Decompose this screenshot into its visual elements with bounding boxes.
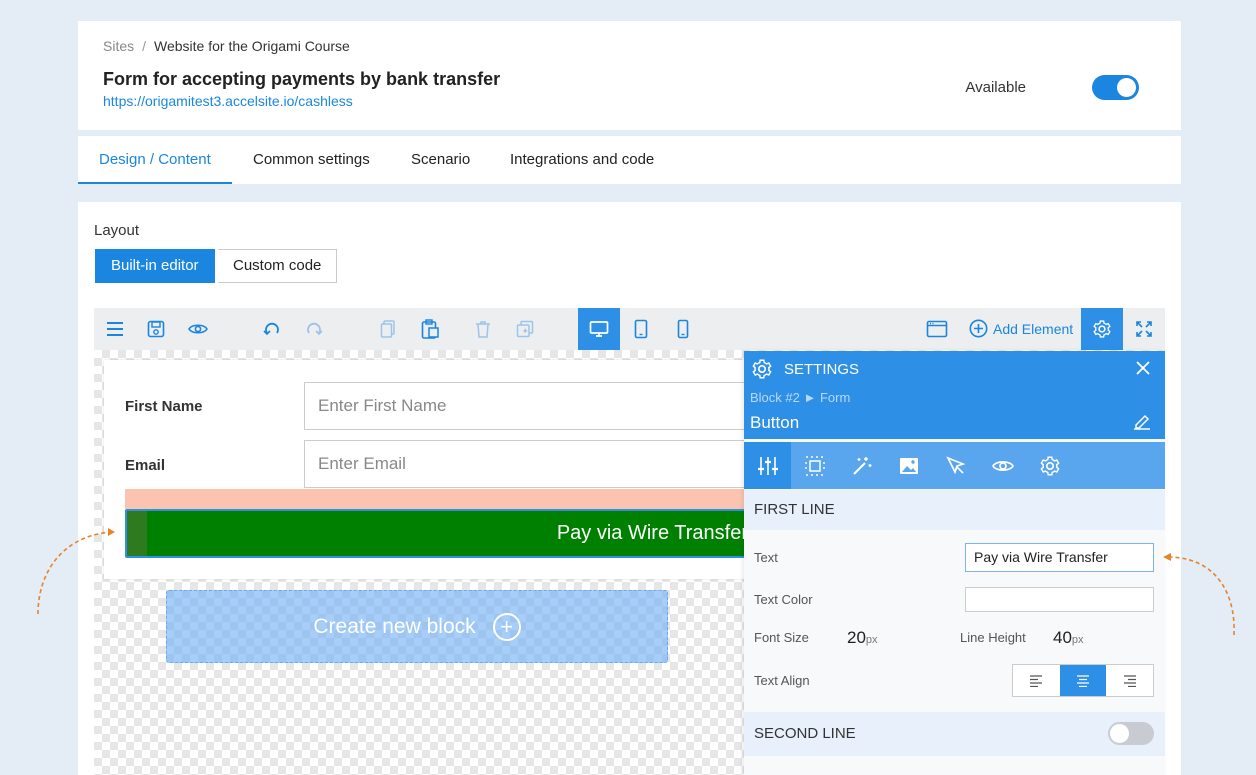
main-tabs: Design / Content Common settings Scenari… [78,136,1181,184]
line-height-unit: px [1071,634,1084,646]
line-height-number: 40 [1053,628,1072,647]
cursor-icon[interactable] [932,442,979,489]
button-margin-highlight [125,489,765,509]
align-left-icon[interactable] [1013,665,1060,696]
close-icon[interactable] [1135,356,1151,382]
menu-icon[interactable] [94,308,136,350]
breadcrumb-separator: / [142,38,147,54]
settings-breadcrumb: Block #2 ► Form [750,390,851,405]
preview-eye-icon[interactable] [177,308,219,350]
image-icon[interactable] [885,442,932,489]
tablet-icon[interactable] [620,308,662,350]
settings-tabs [744,442,1165,489]
add-element-button[interactable]: Add Element [969,308,1073,350]
toggle-knob [1110,724,1129,743]
editor-toolbar: Add Element [94,308,1165,350]
pay-via-wire-transfer-button[interactable]: Pay via Wire Transfer [125,509,765,558]
selected-element-name: Button [750,413,800,432]
page-url-link[interactable]: https://origamitest3.accelsite.io/cashle… [103,93,353,109]
available-label: Available [965,79,1026,96]
button-padding-highlight [127,511,147,556]
fullscreen-icon[interactable] [1123,308,1165,350]
first-line-section-header[interactable]: FIRST LINE [744,490,1165,530]
mobile-icon[interactable] [662,308,704,350]
font-size-value[interactable]: 20px [847,628,878,648]
settings-title: SETTINGS [784,361,860,378]
text-align-group [1012,664,1154,697]
builtin-editor-button[interactable]: Built-in editor [95,249,215,283]
gear-icon[interactable] [1026,442,1073,489]
second-line-section-header[interactable]: SECOND LINE [744,712,1165,756]
undo-icon[interactable] [251,308,293,350]
tab-scenario[interactable]: Scenario [390,136,491,184]
create-new-block-label: Create new block [313,614,476,638]
page-title: Form for accepting payments by bank tran… [103,69,501,89]
delete-icon[interactable] [462,308,504,350]
annotation-arrow-left [37,528,115,615]
form-block[interactable]: First Name Enter First Name Email Enter … [104,360,774,579]
custom-code-button[interactable]: Custom code [218,249,338,283]
font-size-unit: px [865,634,878,646]
tab-design-content[interactable]: Design / Content [78,136,232,184]
email-label: Email [125,457,166,474]
breadcrumb-sites-link[interactable]: Sites [103,38,134,54]
settings-gear-icon [751,358,773,386]
available-toggle[interactable] [1092,75,1139,100]
add-circle-icon [969,319,988,338]
text-align-label: Text Align [754,673,810,688]
annotation-arrow-right [1163,553,1235,636]
eye-icon[interactable] [979,442,1026,489]
paste-icon[interactable] [409,308,451,350]
create-new-block-button[interactable]: Create new block + [166,590,668,663]
first-name-input[interactable]: Enter First Name [304,382,774,430]
text-color-input[interactable] [965,587,1154,612]
font-size-label: Font Size [754,630,809,645]
text-color-label: Text Color [754,592,813,607]
second-line-toggle[interactable] [1108,722,1154,745]
edit-pencil-icon[interactable] [1133,412,1151,435]
line-height-value[interactable]: 40px [1053,628,1084,648]
copy-icon[interactable] [367,308,409,350]
site-header-card: Sites / Website for the Origami Course For… [78,21,1181,130]
align-right-icon[interactable] [1106,665,1153,696]
duplicate-icon[interactable] [504,308,546,350]
settings-panel: SETTINGS Block #2 ► Form Button FIRST LI… [744,351,1165,775]
first-name-label: First Name [125,398,203,415]
settings-gear-icon[interactable] [1081,308,1123,350]
desktop-icon[interactable] [578,308,620,350]
window-icon[interactable] [916,308,958,350]
redo-icon[interactable] [293,308,335,350]
spacing-grid-icon[interactable] [791,442,838,489]
line-height-label: Line Height [960,630,1026,645]
magic-wand-icon[interactable] [838,442,885,489]
layout-label: Layout [94,222,140,239]
plus-circle-icon: + [492,612,521,641]
button-text-input[interactable]: Pay via Wire Transfer [965,543,1154,572]
toggle-knob [1117,78,1136,97]
sliders-icon[interactable] [744,442,791,489]
text-label: Text [754,550,778,565]
save-icon[interactable] [135,308,177,350]
tab-common-settings[interactable]: Common settings [232,136,391,184]
breadcrumb-current[interactable]: Website for the Origami Course [154,38,350,54]
tab-integrations[interactable]: Integrations and code [489,136,675,184]
add-element-label: Add Element [993,321,1074,337]
breadcrumb: Sites / Website for the Origami Course [103,38,350,54]
align-center-icon[interactable] [1059,665,1107,696]
email-input[interactable]: Enter Email [304,440,774,488]
font-size-number: 20 [847,628,866,647]
pay-button-label: Pay via Wire Transfer [556,522,748,544]
settings-header: SETTINGS Block #2 ► Form Button [744,351,1165,439]
